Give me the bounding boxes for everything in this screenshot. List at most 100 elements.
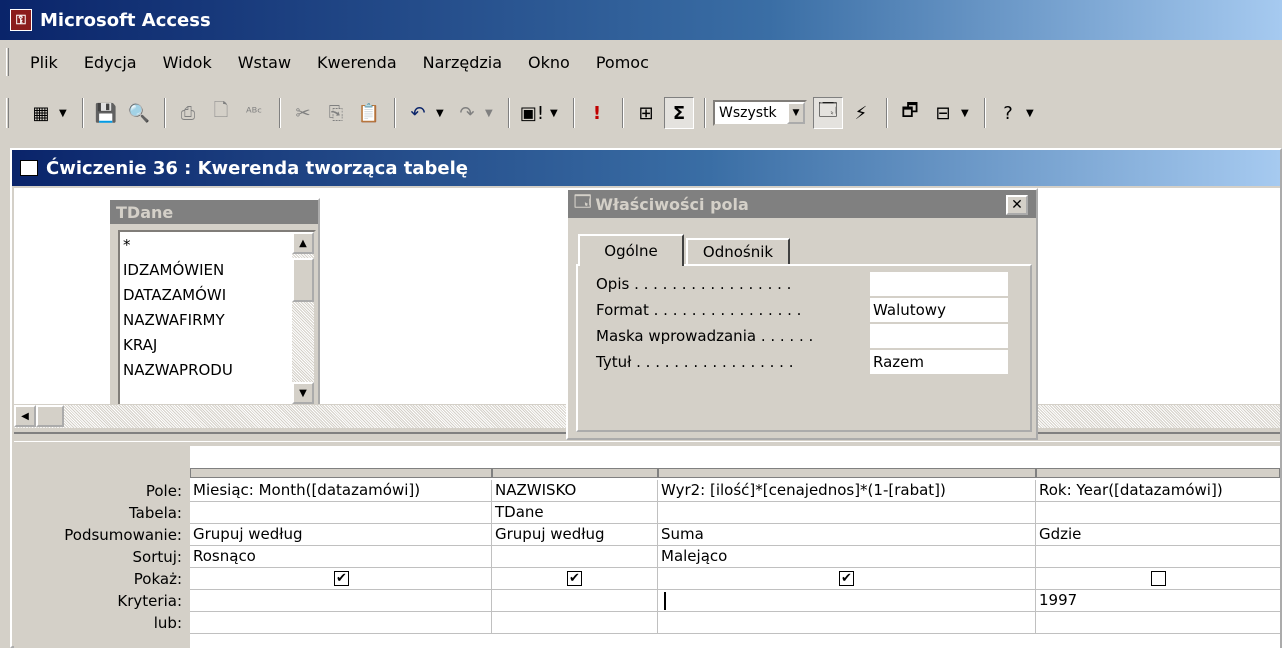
grid-cell-lub[interactable]	[492, 612, 658, 634]
scroll-up-icon[interactable]: ▲	[292, 232, 314, 254]
top-values-combo[interactable]: Wszystk ▼	[713, 100, 807, 126]
grid-cell-podsumowanie[interactable]: Grupuj według	[190, 524, 492, 546]
print-preview-icon[interactable]: 🗋	[206, 97, 236, 129]
grid-cell-sortuj[interactable]	[492, 546, 658, 568]
menu-kwerenda[interactable]: Kwerenda	[317, 53, 397, 72]
grid-cell-podsumowanie[interactable]: Grupuj według	[492, 524, 658, 546]
view-icon[interactable]: ▦	[26, 97, 56, 129]
tab-ogolne[interactable]: Ogólne	[578, 234, 684, 266]
prop-value-opis[interactable]	[870, 272, 1008, 296]
redo-icon[interactable]: ↷	[452, 97, 482, 129]
properties-icon[interactable]: 🗔	[813, 97, 843, 129]
prop-value-maska[interactable]	[870, 324, 1008, 348]
show-checkbox[interactable]: ✔	[839, 571, 854, 586]
query-design-toolbar: ▦ ▼ 💾 🔍 ⎙ 🗋 ᴬᴮᶜ ✂ ⎘ 📋 ↶ ▼ ↷ ▼ ▣! ▼ ! ⊞ Σ…	[0, 88, 1282, 138]
properties-titlebar[interactable]: 🗔 Właściwości pola	[568, 190, 1036, 218]
grid-cell-pole[interactable]: Rok: Year([datazamówi])	[1036, 480, 1280, 502]
close-icon[interactable]: ✕	[1006, 195, 1028, 215]
grid-cell-kryteria[interactable]: 1997	[1036, 590, 1280, 612]
grid-cell-sortuj[interactable]: Malejąco	[658, 546, 1036, 568]
column-selector[interactable]	[1036, 468, 1280, 478]
grid-cell-podsumowanie[interactable]: Gdzie	[1036, 524, 1280, 546]
grid-cell-sortuj[interactable]: Rosnąco	[190, 546, 492, 568]
grid-cell-kryteria[interactable]	[492, 590, 658, 612]
spelling-icon[interactable]: ᴬᴮᶜ	[239, 97, 269, 129]
scrollbar-thumb[interactable]	[36, 405, 64, 427]
menu-pomoc[interactable]: Pomoc	[596, 53, 649, 72]
scrollbar-thumb[interactable]	[292, 258, 314, 302]
grid-cell-tabela[interactable]	[190, 502, 492, 524]
show-checkbox[interactable]	[1151, 571, 1166, 586]
grid-cell-kryteria[interactable]	[190, 590, 492, 612]
menu-widok[interactable]: Widok	[163, 53, 212, 72]
scroll-left-icon[interactable]: ◀	[14, 405, 36, 427]
menu-okno[interactable]: Okno	[528, 53, 570, 72]
grid-cell-pole[interactable]: Wyr2: [ilość]*[cenajednos]*(1-[rabat])	[658, 480, 1036, 502]
prop-value-tytul[interactable]: Razem	[870, 350, 1008, 374]
help-icon[interactable]: ?	[993, 97, 1023, 129]
grid-cell-tabela[interactable]: TDane	[492, 502, 658, 524]
grid-cell-pole[interactable]: Miesiąc: Month([datazamówi])	[190, 480, 492, 502]
grid-cell-tabela[interactable]	[1036, 502, 1280, 524]
access-key-icon[interactable]: ⚿	[10, 9, 32, 31]
grid-cell-kryteria[interactable]	[658, 590, 1036, 612]
toolbar-grip[interactable]	[6, 98, 9, 128]
column-selector[interactable]	[190, 468, 492, 478]
column-selector[interactable]	[492, 468, 658, 478]
field-list-scrollbar[interactable]: ▲ ▼	[292, 232, 314, 404]
database-window-icon[interactable]: 🗗	[895, 97, 925, 129]
copy-icon[interactable]: ⎘	[321, 97, 351, 129]
grid-cell-lub[interactable]	[658, 612, 1036, 634]
grid-cell-tabela[interactable]	[658, 502, 1036, 524]
undo-dropdown-icon[interactable]: ▼	[436, 108, 448, 119]
field-list[interactable]: * IDZAMÓWIEN DATAZAMÓWI NAZWAFIRMY KRAJ …	[118, 230, 316, 406]
menu-edycja[interactable]: Edycja	[84, 53, 137, 72]
field-item[interactable]: DATAZAMÓWI	[120, 282, 314, 307]
grid-cell-sortuj[interactable]	[1036, 546, 1280, 568]
chevron-down-icon[interactable]: ▼	[787, 102, 805, 124]
menu-plik[interactable]: Plik	[30, 53, 58, 72]
field-item[interactable]: *	[120, 232, 314, 257]
row-label-kryteria: Kryteria:	[117, 592, 182, 610]
search-icon[interactable]: 🔍	[124, 97, 154, 129]
tab-odnosnik[interactable]: Odnośnik	[686, 238, 790, 264]
field-item[interactable]: IDZAMÓWIEN	[120, 257, 314, 282]
field-item[interactable]: NAZWAPRODU	[120, 357, 314, 382]
table-title[interactable]: TDane	[110, 200, 318, 224]
show-table-icon[interactable]: ⊞	[631, 97, 661, 129]
field-item[interactable]: KRAJ	[120, 332, 314, 357]
menu-wstaw[interactable]: Wstaw	[238, 53, 291, 72]
run-icon[interactable]: !	[582, 97, 612, 129]
redo-dropdown-icon[interactable]: ▼	[485, 108, 497, 119]
query-type-icon[interactable]: ▣!	[517, 97, 547, 129]
grid-cell-pole[interactable]: NAZWISKO	[492, 480, 658, 502]
menu-narzedzia[interactable]: Narzędzia	[423, 53, 502, 72]
row-label-podsumowanie: Podsumowanie:	[64, 526, 182, 544]
grid-cell-lub[interactable]	[190, 612, 492, 634]
cut-icon[interactable]: ✂	[288, 97, 318, 129]
query-icon[interactable]	[20, 160, 38, 176]
paste-icon[interactable]: 📋	[354, 97, 384, 129]
query-type-dropdown-icon[interactable]: ▼	[550, 108, 562, 119]
grid-cell-podsumowanie[interactable]: Suma	[658, 524, 1036, 546]
build-icon[interactable]: ⚡	[846, 97, 876, 129]
show-checkbox[interactable]: ✔	[334, 571, 349, 586]
table-field-list[interactable]: TDane * IDZAMÓWIEN DATAZAMÓWI NAZWAFIRMY…	[108, 198, 320, 414]
sigma-icon[interactable]: Σ	[664, 97, 694, 129]
show-checkbox[interactable]: ✔	[567, 571, 582, 586]
scroll-down-icon[interactable]: ▼	[292, 382, 314, 404]
field-item[interactable]: NAZWAFIRMY	[120, 307, 314, 332]
menubar-grip[interactable]	[6, 48, 9, 76]
undo-icon[interactable]: ↶	[403, 97, 433, 129]
prop-value-format[interactable]: Walutowy	[870, 298, 1008, 322]
print-icon[interactable]: ⎙	[173, 97, 203, 129]
toolbar-options-icon[interactable]: ▼	[1026, 108, 1038, 119]
save-icon[interactable]: 💾	[91, 97, 121, 129]
view-dropdown-icon[interactable]: ▼	[59, 108, 71, 119]
column-selector[interactable]	[658, 468, 1036, 478]
grid-cell-lub[interactable]	[1036, 612, 1280, 634]
new-object-icon[interactable]: ⊟	[928, 97, 958, 129]
row-label-pole: Pole:	[145, 482, 182, 500]
row-label-tabela: Tabela:	[128, 504, 182, 522]
new-object-dropdown-icon[interactable]: ▼	[961, 108, 973, 119]
